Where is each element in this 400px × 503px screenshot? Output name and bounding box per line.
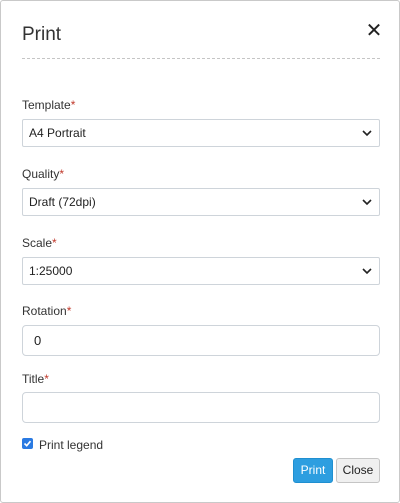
close-icon[interactable]: ✕	[365, 21, 383, 41]
rotation-input[interactable]	[22, 325, 380, 356]
print-button[interactable]: Print	[293, 458, 333, 483]
chevron-down-icon	[362, 130, 372, 137]
required-marker: *	[66, 304, 72, 318]
print-legend-label[interactable]: Print legend	[39, 438, 103, 452]
title-label: Title*	[22, 372, 49, 386]
rotation-label-text: Rotation	[22, 304, 67, 318]
required-marker: *	[52, 236, 57, 250]
scale-label-text: Scale	[22, 236, 53, 250]
close-button[interactable]: Close	[336, 458, 380, 483]
template-value: A4 Portrait	[29, 126, 86, 140]
rotation-label: Rotation*	[22, 304, 71, 318]
print-dialog: Print ✕ Template* A4 Portrait Quality* D…	[0, 0, 400, 503]
scale-value: 1:25000	[29, 264, 73, 278]
checkmark-icon	[23, 440, 32, 447]
quality-label-text: Quality	[22, 167, 60, 181]
dialog-title: Print	[22, 24, 62, 45]
title-label-text: Title	[22, 372, 45, 386]
chevron-down-icon	[362, 268, 372, 275]
title-input[interactable]	[22, 392, 380, 423]
quality-value: Draft (72dpi)	[29, 195, 96, 209]
header-divider	[22, 58, 380, 59]
quality-label: Quality*	[22, 167, 64, 181]
scale-select[interactable]: 1:25000	[22, 257, 380, 285]
print-legend-checkbox[interactable]	[22, 438, 33, 449]
template-label-text: Template	[22, 98, 71, 112]
required-marker: *	[44, 372, 49, 386]
quality-select[interactable]: Draft (72dpi)	[22, 188, 380, 216]
template-select[interactable]: A4 Portrait	[22, 119, 380, 147]
chevron-down-icon	[362, 199, 372, 206]
template-label: Template*	[22, 98, 75, 112]
required-marker: *	[70, 98, 76, 112]
scale-label: Scale*	[22, 236, 57, 250]
required-marker: *	[59, 167, 65, 181]
